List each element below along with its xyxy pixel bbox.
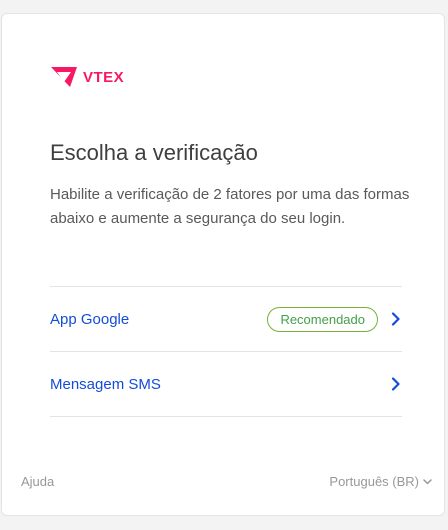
- option-sms[interactable]: Mensagem SMS: [50, 352, 402, 417]
- vtex-logo-text: VTEX: [83, 68, 125, 86]
- verification-options: App Google Recomendado Mensagem SMS: [50, 286, 402, 417]
- vtex-logo: VTEX: [50, 65, 124, 89]
- option-app-google[interactable]: App Google Recomendado: [50, 287, 402, 352]
- option-sms-label: Mensagem SMS: [50, 375, 161, 393]
- language-label: Português (BR): [329, 474, 419, 489]
- page-description: Habilite a verificação de 2 fatores por …: [50, 186, 410, 227]
- language-selector[interactable]: Português (BR): [329, 474, 432, 489]
- page-title: Escolha a verificação: [50, 140, 258, 165]
- help-link[interactable]: Ajuda: [21, 474, 54, 489]
- chevron-right-icon: [390, 376, 402, 392]
- vtex-logo-icon: [51, 67, 77, 87]
- chevron-down-icon: [423, 478, 432, 484]
- option-app-google-label: App Google: [50, 310, 130, 328]
- verification-card: VTEX Escolha a verificação Habilite a ve…: [1, 13, 445, 516]
- chevron-right-icon: [390, 311, 402, 327]
- recommended-badge: Recomendado: [267, 306, 378, 332]
